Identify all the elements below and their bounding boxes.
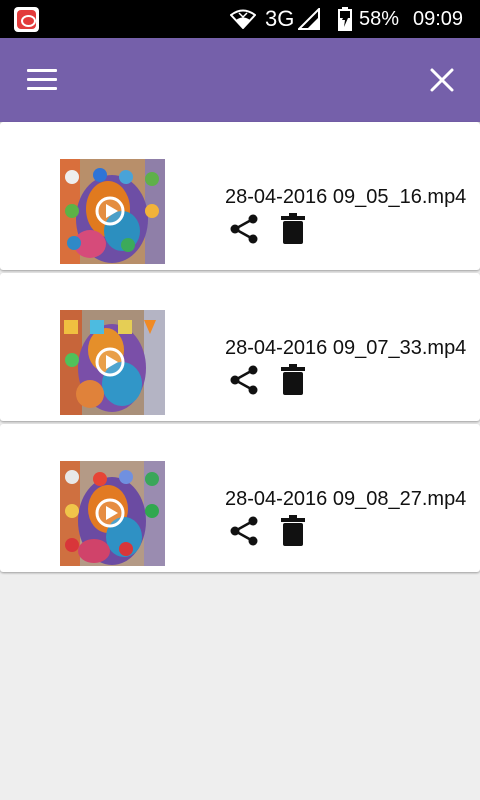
video-file-name: 28-04-2016 09_05_16.mp4 (225, 186, 467, 208)
wifi-icon (230, 9, 256, 29)
share-button[interactable] (228, 213, 260, 245)
thumbnail-image (60, 310, 165, 415)
video-list-item[interactable]: 28-04-2016 09_07_33.mp4 (0, 273, 480, 421)
battery-charging-icon (338, 7, 352, 31)
video-list-item[interactable]: 28-04-2016 09_05_16.mp4 (0, 122, 480, 270)
video-file-name: 28-04-2016 09_07_33.mp4 (225, 337, 467, 359)
share-button[interactable] (228, 515, 260, 547)
app-notification-icon (14, 7, 39, 32)
close-button[interactable] (426, 64, 458, 96)
delete-button[interactable] (280, 213, 306, 245)
menu-icon (27, 69, 57, 72)
video-list-item[interactable]: 28-04-2016 09_08_27.mp4 (0, 424, 480, 572)
battery-percentage: 58% (359, 8, 400, 30)
delete-button[interactable] (280, 364, 306, 396)
clock: 09:09 (413, 8, 464, 30)
close-icon (430, 68, 454, 92)
signal-icon (298, 8, 320, 30)
trash-icon (281, 515, 305, 546)
video-file-name: 28-04-2016 09_08_27.mp4 (225, 488, 467, 510)
share-icon (230, 214, 258, 244)
thumbnail-image (60, 461, 165, 566)
thumbnail-image (60, 159, 165, 264)
trash-icon (281, 364, 305, 395)
video-thumbnail[interactable] (60, 159, 165, 264)
network-type-label: 3G (265, 6, 295, 31)
app-toolbar (0, 38, 480, 122)
status-bar: 3G 58% 09:09 (0, 0, 480, 38)
share-icon (230, 516, 258, 546)
video-list: 28-04-2016 09_05_16.mp4 28-04-2016 09_07… (0, 122, 480, 575)
video-thumbnail[interactable] (60, 461, 165, 566)
trash-icon (281, 213, 305, 244)
share-icon (230, 365, 258, 395)
share-button[interactable] (228, 364, 260, 396)
video-thumbnail[interactable] (60, 310, 165, 415)
menu-button[interactable] (24, 64, 60, 96)
delete-button[interactable] (280, 515, 306, 547)
